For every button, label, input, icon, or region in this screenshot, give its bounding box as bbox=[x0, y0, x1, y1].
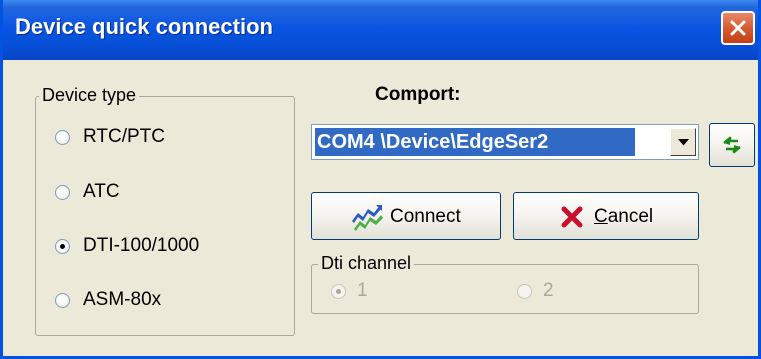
dti-channel-legend: Dti channel bbox=[318, 253, 415, 274]
dti-channel-group: Dti channel bbox=[311, 253, 699, 314]
close-icon bbox=[730, 20, 746, 36]
radio-circle[interactable] bbox=[55, 239, 70, 254]
comport-label: Comport: bbox=[375, 84, 461, 105]
connect-label: Connect bbox=[390, 206, 461, 227]
radio-selected-dot bbox=[336, 289, 341, 294]
device-type-group: Device type bbox=[35, 85, 295, 336]
window-title: Device quick connection bbox=[15, 14, 273, 39]
radio-label: RTC/PTC bbox=[83, 126, 165, 147]
connect-button[interactable]: Connect bbox=[311, 192, 501, 240]
comport-select[interactable]: COM4 \Device\EdgeSer2 bbox=[311, 124, 699, 160]
cancel-button[interactable]: Cancel bbox=[513, 192, 699, 240]
radio-label: 2 bbox=[543, 280, 554, 301]
device-type-legend: Device type bbox=[39, 85, 140, 106]
cancel-label: Cancel bbox=[594, 206, 653, 228]
connect-icon bbox=[352, 205, 383, 231]
comport-dropdown-button[interactable] bbox=[670, 128, 696, 156]
red-x-icon bbox=[561, 206, 583, 228]
radio-label: 1 bbox=[357, 280, 368, 301]
cancel-mnemonic: C bbox=[594, 206, 608, 227]
refresh-ports-button[interactable] bbox=[709, 123, 755, 167]
chevron-down-icon bbox=[678, 139, 689, 146]
refresh-arrows-icon bbox=[723, 136, 741, 154]
comport-selected-value: COM4 \Device\EdgeSer2 bbox=[315, 128, 635, 156]
radio-circle[interactable] bbox=[517, 284, 532, 299]
radio-label: ATC bbox=[83, 181, 120, 202]
radio-circle[interactable] bbox=[55, 185, 70, 200]
cancel-label-rest: ancel bbox=[607, 206, 654, 227]
dialog-window: Device quick connection Device type RTC/… bbox=[0, 0, 761, 359]
radio-circle[interactable] bbox=[331, 284, 346, 299]
close-button[interactable] bbox=[721, 11, 755, 45]
radio-circle[interactable] bbox=[55, 293, 70, 308]
radio-label: ASM-80x bbox=[83, 289, 162, 310]
title-bar[interactable]: Device quick connection bbox=[3, 0, 758, 60]
radio-selected-dot bbox=[60, 244, 65, 249]
radio-label: DTI-100/1000 bbox=[83, 235, 200, 256]
radio-circle[interactable] bbox=[55, 130, 70, 145]
